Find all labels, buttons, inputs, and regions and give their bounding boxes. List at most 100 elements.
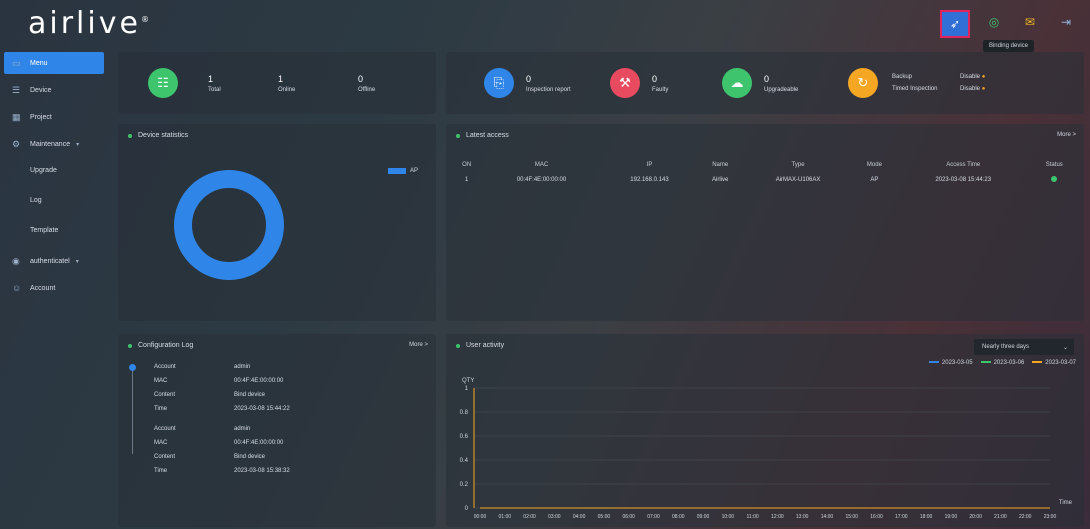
report-icon[interactable]: ⎘ bbox=[484, 68, 514, 98]
top-toolbar: ➶ ◎ ✉ ⇥ bbox=[940, 10, 1078, 38]
x-tick-label: 21:00 bbox=[994, 514, 1007, 520]
x-axis-label: Time bbox=[1059, 500, 1073, 506]
sidebar-item-account[interactable]: ☺ Account bbox=[4, 277, 104, 299]
monitor-icon: ▭ bbox=[12, 57, 21, 68]
chart-legend: 2023-03-05 2023-03-06 2023-03-07 bbox=[928, 360, 1076, 366]
y-tick-label: 0.4 bbox=[460, 458, 469, 464]
y-axis-label: QTY bbox=[462, 378, 474, 384]
globe-icon[interactable]: ◎ bbox=[982, 10, 1006, 34]
x-tick-label: 10:00 bbox=[722, 514, 735, 520]
x-tick-label: 19:00 bbox=[945, 514, 958, 520]
panel-title: Configuration Log bbox=[128, 342, 193, 349]
x-tick-label: 02:00 bbox=[523, 514, 536, 520]
x-tick-label: 22:00 bbox=[1019, 514, 1032, 520]
x-tick-label: 12:00 bbox=[771, 514, 784, 520]
sidebar-item-project[interactable]: ▦ Project bbox=[4, 106, 104, 128]
mail-icon[interactable]: ✉ bbox=[1018, 10, 1042, 34]
legend-item[interactable]: 2023-03-05 bbox=[928, 360, 973, 366]
y-tick-label: 0.8 bbox=[460, 410, 469, 416]
more-link[interactable]: More > bbox=[1057, 132, 1076, 138]
stat-inspection-report: 0 Inspection report bbox=[526, 73, 571, 93]
logout-icon[interactable]: ⇥ bbox=[1054, 10, 1078, 34]
x-tick-label: 15:00 bbox=[845, 514, 858, 520]
sidebar-item-log[interactable]: Log bbox=[4, 190, 104, 210]
panel-title: Latest access bbox=[456, 132, 509, 139]
x-tick-label: 20:00 bbox=[969, 514, 982, 520]
backup-icon[interactable]: ↻ bbox=[848, 68, 878, 98]
x-tick-label: 13:00 bbox=[796, 514, 809, 520]
sidebar-item-authenticate[interactable]: ◉ authenticatel ▾ bbox=[4, 250, 104, 272]
x-tick-label: 16:00 bbox=[870, 514, 883, 520]
more-link[interactable]: More > bbox=[409, 342, 428, 348]
y-tick-label: 0.6 bbox=[460, 434, 469, 440]
user-activity-panel: User activity Nearly three days ⌄ 2023-03… bbox=[446, 334, 1084, 527]
stat-upgradeable: 0 Upgradeable bbox=[764, 73, 799, 93]
brand-logo: airlive® bbox=[28, 6, 152, 41]
x-tick-label: 05:00 bbox=[598, 514, 611, 520]
x-tick-label: 09:00 bbox=[697, 514, 710, 520]
x-tick-label: 03:00 bbox=[548, 514, 561, 520]
x-tick-label: 18:00 bbox=[920, 514, 933, 520]
device-donut-chart bbox=[174, 170, 284, 280]
sidebar-item-template[interactable]: Template bbox=[4, 220, 104, 240]
sidebar-item-label: Upgrade bbox=[30, 166, 57, 174]
sidebar-item-maintenance[interactable]: ⚙ Maintenance ▾ bbox=[4, 133, 104, 155]
x-tick-label: 14:00 bbox=[821, 514, 834, 520]
top-bar: airlive® ➶ ◎ ✉ ⇥ Binding device bbox=[0, 0, 1090, 52]
maintenance-icon: ⚙ bbox=[12, 138, 21, 149]
x-tick-label: 23:00 bbox=[1044, 514, 1057, 520]
y-tick-label: 0 bbox=[465, 506, 469, 512]
legend-item[interactable]: 2023-03-07 bbox=[1032, 360, 1076, 366]
sidebar-item-label: Device bbox=[30, 86, 52, 94]
y-tick-label: 0.2 bbox=[460, 482, 469, 488]
x-tick-label: 07:00 bbox=[647, 514, 660, 520]
sidebar-item-label: Template bbox=[30, 226, 59, 234]
device-statistics-panel: Device statistics AP bbox=[118, 124, 436, 321]
sidebar-item-label: Menu bbox=[30, 59, 48, 67]
stat-online: 1 Online bbox=[278, 73, 296, 93]
x-tick-label: 00:00 bbox=[474, 514, 487, 520]
log-timeline: Account admin MAC 00:4F:4E:00:00:00 Conten… bbox=[129, 364, 432, 488]
sidebar-item-menu[interactable]: ▭ Menu bbox=[4, 52, 104, 74]
chevron-down-icon: ⌄ bbox=[1062, 344, 1068, 351]
stat-faulty: 0 Faulty bbox=[652, 73, 669, 93]
legend-item[interactable]: 2023-03-06 bbox=[980, 360, 1024, 366]
chevron-down-icon: ▾ bbox=[76, 141, 80, 148]
configuration-log-panel: Configuration Log More > Account admin MA… bbox=[118, 334, 436, 527]
auth-icon: ◉ bbox=[12, 255, 20, 266]
list-icon: ☰ bbox=[12, 84, 21, 95]
device-summary-panel: ☷ 1 Total 1 Online 0 Offline bbox=[118, 52, 436, 114]
user-activity-chart: QTY 1 0.8 0.6 0.4 0.2 0 00:00 01:00 02:00 03:00 04:… bbox=[460, 378, 1073, 520]
x-tick-label: 06:00 bbox=[622, 514, 635, 520]
cloud-upload-icon[interactable]: ☁ bbox=[722, 68, 752, 98]
sidebar-item-upgrade[interactable]: Upgrade bbox=[4, 160, 104, 180]
table-header-row: ON MAC IP Name Type Mode Access Time Sta… bbox=[462, 162, 1063, 168]
table-row[interactable]: 1 00:4F:4E:00:00:00 192.168.0.143 Airliv… bbox=[452, 172, 1078, 188]
timeline-dot bbox=[129, 364, 136, 371]
log-entry: Account admin MAC 00:4F:4E:00:00:00 Conten… bbox=[154, 364, 290, 412]
status-online-dot bbox=[1051, 176, 1058, 182]
stat-offline: 0 Offline bbox=[358, 73, 376, 93]
chevron-down-icon: ▾ bbox=[75, 258, 79, 265]
sidebar-item-label: Project bbox=[30, 113, 52, 121]
sidebar-item-device[interactable]: ☰ Device bbox=[4, 79, 104, 101]
x-tick-label: 11:00 bbox=[747, 514, 759, 520]
time-range-select[interactable]: Nearly three days ⌄ bbox=[974, 339, 1074, 355]
project-icon: ▦ bbox=[12, 111, 21, 122]
tools-icon[interactable]: ⚒ bbox=[610, 68, 640, 98]
legend-ap[interactable]: AP bbox=[387, 168, 418, 174]
sidebar-item-label: Log bbox=[30, 196, 42, 204]
sidebar: ▭ Menu ☰ Device ▦ Project ⚙ Maintenance … bbox=[4, 52, 104, 529]
x-tick-label: 01:00 bbox=[499, 514, 512, 520]
user-icon: ☺ bbox=[12, 283, 22, 293]
sidebar-item-label: Maintenance bbox=[30, 140, 71, 148]
sidebar-item-label: authenticatel bbox=[30, 257, 70, 265]
stat-total: 1 Total bbox=[208, 73, 221, 93]
latest-access-panel: Latest access More > ON MAC IP Name Type… bbox=[446, 124, 1084, 321]
binding-device-tooltip: Binding device bbox=[982, 40, 1034, 52]
rocket-icon[interactable]: ➶ bbox=[940, 10, 970, 38]
x-tick-label: 08:00 bbox=[672, 514, 685, 520]
latest-access-table: ON MAC IP Name Type Mode Access Time Sta… bbox=[452, 158, 1078, 188]
panel-title: Device statistics bbox=[128, 132, 188, 139]
panel-title: User activity bbox=[456, 342, 504, 349]
